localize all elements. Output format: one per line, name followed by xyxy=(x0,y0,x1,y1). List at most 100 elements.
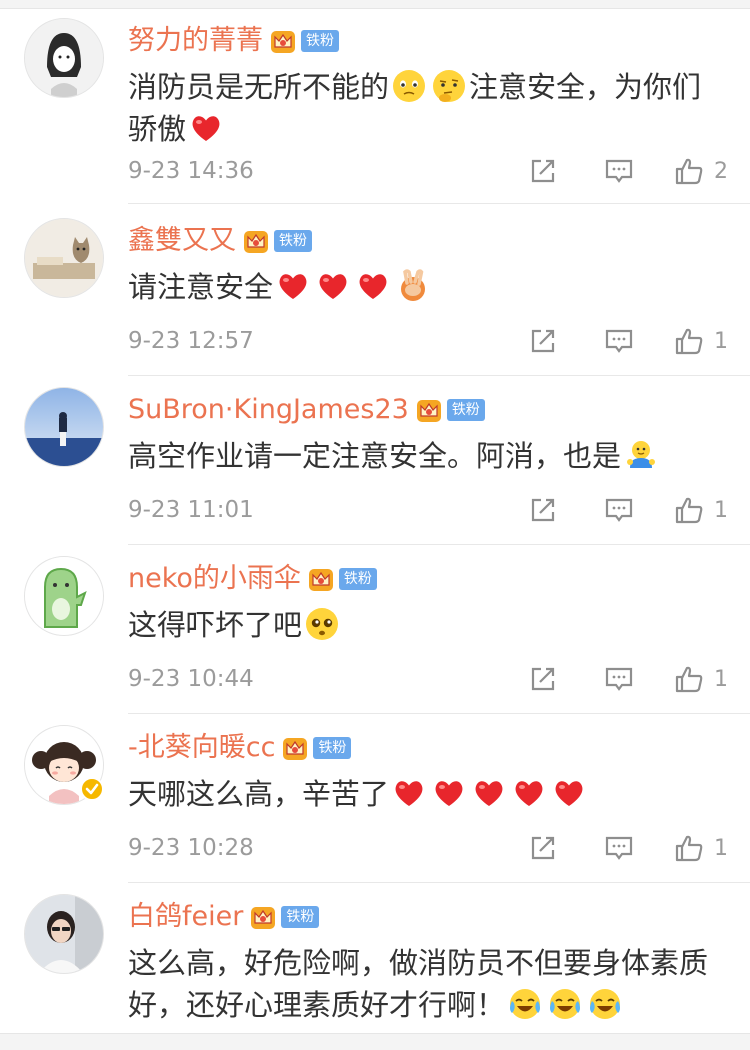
comment-text-main: 高空作业请一定注意安全。阿消，也是 xyxy=(128,439,622,473)
avatar[interactable] xyxy=(24,18,104,98)
crown-icon xyxy=(307,565,335,593)
comment-text-main: 这得吓坏了吧 xyxy=(128,608,303,642)
comment-time: 9-23 10:28 xyxy=(128,835,254,861)
comment-meta: 9-23 12:57 1 xyxy=(128,326,728,356)
username[interactable]: neko的小雨伞 xyxy=(128,562,301,596)
share-icon[interactable] xyxy=(528,833,558,863)
comment-actions: 1 xyxy=(528,326,728,356)
crying-laugh-emoji-icon xyxy=(548,987,582,1021)
username[interactable]: 鑫雙又又 xyxy=(128,224,236,258)
avatar[interactable] xyxy=(24,894,104,974)
comment-text-main: 天哪这么高，辛苦了 xyxy=(128,777,390,811)
comment-actions: 1 xyxy=(528,495,728,525)
fan-badge: 铁粉 xyxy=(301,30,339,52)
comment-time: 9-23 14:36 xyxy=(128,158,254,184)
reply-icon[interactable] xyxy=(604,156,634,186)
comment-header: 白鸽feier 铁粉 xyxy=(128,900,320,934)
comment-actions: 2 xyxy=(528,156,728,186)
comment-time: 9-23 10:44 xyxy=(128,666,254,692)
crown-icon xyxy=(269,27,297,55)
sad-emoji-icon xyxy=(392,69,426,103)
reply-icon[interactable] xyxy=(604,495,634,525)
like-count: 1 xyxy=(714,835,728,861)
reply-icon[interactable] xyxy=(604,326,634,356)
comment-item: 鑫雙又又 铁粉 请注意安全 9-23 12:57 1 xyxy=(0,208,750,378)
crying-laugh-emoji-icon xyxy=(508,987,542,1021)
thumbs-up-icon xyxy=(674,156,704,186)
comment-text-main: 请注意安全 xyxy=(128,270,274,304)
fan-badge: 铁粉 xyxy=(274,230,312,252)
heart-icon xyxy=(276,269,310,303)
fan-badge: 铁粉 xyxy=(338,568,377,590)
like-count: 1 xyxy=(714,666,728,692)
thumbs-up-icon xyxy=(674,833,704,863)
share-icon[interactable] xyxy=(528,664,558,694)
comment-header: -北葵向暖cc 铁粉 xyxy=(128,731,352,765)
share-icon[interactable] xyxy=(528,495,558,525)
comment-text: 消防员是无所不能的 注意安全，为你们骄傲 xyxy=(128,66,728,150)
comment-item: 白鸽feier 铁粉 这么高，好危险啊，做消防员不但要身体素质好，还好心理素质好… xyxy=(0,884,750,1033)
like-button[interactable]: 1 xyxy=(674,495,728,525)
username[interactable]: 努力的菁菁 xyxy=(128,24,263,58)
avatar[interactable] xyxy=(24,556,104,636)
pleading-emoji-icon xyxy=(305,607,339,641)
comment-header: 鑫雙又又 铁粉 xyxy=(128,224,312,258)
share-icon[interactable] xyxy=(528,326,558,356)
like-button[interactable]: 1 xyxy=(674,326,728,356)
comment-header: SuBron·KingJames23 铁粉 xyxy=(128,393,485,427)
comment-meta: 9-23 11:01 1 xyxy=(128,495,728,525)
hug-emoji-icon xyxy=(624,438,658,472)
comment-meta: 9-23 14:36 2 xyxy=(128,156,728,186)
reply-icon[interactable] xyxy=(604,664,634,694)
comment-meta: 9-23 10:28 1 xyxy=(128,833,728,863)
divider xyxy=(128,203,750,204)
comment-text: 这得吓坏了吧 xyxy=(128,604,728,646)
crying-laugh-emoji-icon xyxy=(588,987,622,1021)
comment-text-main: 消防员是无所不能的 xyxy=(128,70,390,104)
heart-icon xyxy=(392,776,426,810)
heart-icon xyxy=(356,269,390,303)
heart-icon xyxy=(432,776,466,810)
divider xyxy=(128,713,750,714)
like-count: 1 xyxy=(714,497,728,523)
like-button[interactable]: 1 xyxy=(674,664,728,694)
share-icon[interactable] xyxy=(528,156,558,186)
bottom-divider xyxy=(0,1033,750,1050)
username[interactable]: -北葵向暖cc xyxy=(128,731,275,765)
divider xyxy=(128,882,750,883)
like-button[interactable]: 2 xyxy=(674,156,728,186)
reply-icon[interactable] xyxy=(604,833,634,863)
like-button[interactable]: 1 xyxy=(674,833,728,863)
heart-icon xyxy=(316,269,350,303)
heart-icon xyxy=(552,776,586,810)
comment-text: 高空作业请一定注意安全。阿消，也是 xyxy=(128,435,728,477)
heart-icon xyxy=(189,111,223,145)
thumbs-up-icon xyxy=(674,326,704,356)
thumbs-up-icon xyxy=(674,664,704,694)
comment-item: SuBron·KingJames23 铁粉 高空作业请一定注意安全。阿消，也是 … xyxy=(0,377,750,547)
comment-time: 9-23 12:57 xyxy=(128,328,254,354)
comment-actions: 1 xyxy=(528,664,728,694)
comment-text: 这么高，好危险啊，做消防员不但要身体素质好，还好心理素质好才行啊！ xyxy=(128,942,728,1026)
thumbs-up-icon xyxy=(674,495,704,525)
comment-header: 努力的菁菁 铁粉 xyxy=(128,24,339,58)
username[interactable]: 白鸽feier xyxy=(128,900,243,934)
heart-icon xyxy=(512,776,546,810)
comment-text: 天哪这么高，辛苦了 xyxy=(128,773,728,815)
crown-icon xyxy=(242,227,270,255)
username[interactable]: SuBron·KingJames23 xyxy=(128,393,409,427)
divider xyxy=(128,544,750,545)
comment-item: -北葵向暖cc 铁粉 天哪这么高，辛苦了 9-23 10:28 1 xyxy=(0,715,750,885)
comment-item: neko的小雨伞 铁粉 这得吓坏了吧 9-23 10:44 1 xyxy=(0,546,750,716)
avatar[interactable] xyxy=(24,387,104,467)
divider xyxy=(128,375,750,376)
verified-badge-icon xyxy=(80,777,104,801)
crown-icon xyxy=(249,903,277,931)
comment-item: 努力的菁菁 铁粉 消防员是无所不能的 注意安全，为你们骄傲 9-23 14:36 … xyxy=(0,8,750,204)
comment-text: 请注意安全 xyxy=(128,266,728,308)
avatar[interactable] xyxy=(24,218,104,298)
comment-meta: 9-23 10:44 1 xyxy=(128,664,728,694)
fan-badge: 铁粉 xyxy=(446,399,485,421)
crown-icon xyxy=(281,734,309,762)
victory-hand-icon xyxy=(396,269,430,303)
